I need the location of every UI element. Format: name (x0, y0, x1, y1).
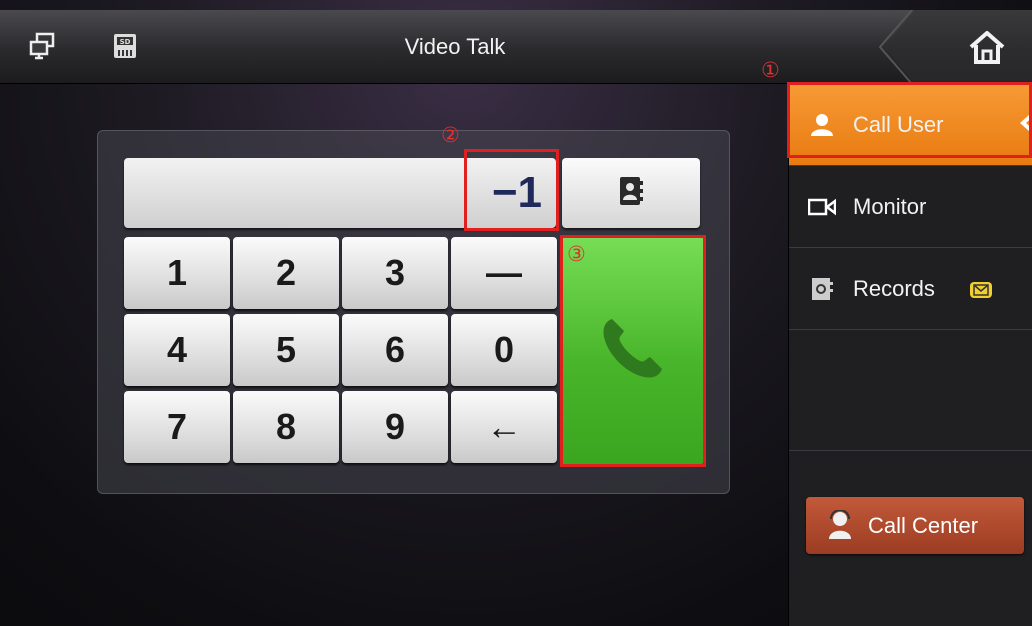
key-backspace[interactable]: ← (451, 391, 557, 463)
sidebar-item-records[interactable]: Records (789, 248, 1032, 330)
key-dash[interactable]: — (451, 237, 557, 309)
annotation-2: ② (441, 123, 460, 147)
records-icon (807, 274, 837, 304)
annotation-3: ③ (567, 242, 586, 266)
key-5[interactable]: 5 (233, 314, 339, 386)
key-1[interactable]: 1 (124, 237, 230, 309)
annotation-1: ① (761, 58, 780, 82)
top-bar: SD Video Talk (0, 10, 1032, 84)
camera-icon (807, 192, 837, 222)
key-0[interactable]: 0 (451, 314, 557, 386)
key-8[interactable]: 8 (233, 391, 339, 463)
key-6[interactable]: 6 (342, 314, 448, 386)
unread-message-icon (969, 279, 993, 305)
key-9[interactable]: 9 (342, 391, 448, 463)
sidebar-divider (789, 450, 1032, 451)
home-icon[interactable] (956, 24, 1018, 70)
key-7[interactable]: 7 (124, 391, 230, 463)
key-4[interactable]: 4 (124, 314, 230, 386)
key-2[interactable]: 2 (233, 237, 339, 309)
contacts-button[interactable] (562, 158, 700, 228)
home-area (872, 10, 1032, 84)
highlight-box-display (464, 149, 559, 231)
operator-icon (828, 509, 852, 546)
key-3[interactable]: 3 (342, 237, 448, 309)
call-center-label: Call Center (868, 512, 979, 538)
contacts-book-icon (618, 176, 644, 211)
sidebar-item-monitor[interactable]: Monitor (789, 166, 1032, 248)
sidebar-item-label: Monitor (853, 193, 927, 219)
sidebar-item-label: Records (853, 275, 935, 301)
highlight-box-call (560, 235, 706, 467)
highlight-box-call-user (787, 82, 1032, 158)
call-center-button[interactable]: Call Center (806, 497, 1024, 554)
screen: SD Video Talk ① −1 ② 1 2 3 — 4 5 6 0 7 8… (0, 0, 1032, 626)
